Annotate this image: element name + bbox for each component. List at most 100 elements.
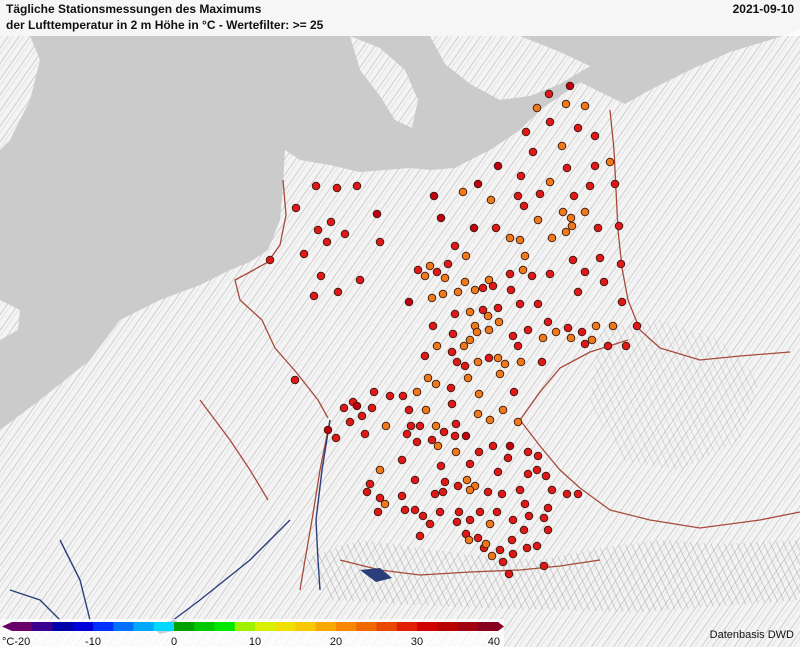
station-marker [573,489,583,499]
station-marker [397,491,407,501]
station-marker [357,411,367,421]
station-marker [454,507,464,517]
station-marker [545,117,555,127]
legend-color-step [275,622,296,631]
station-marker [483,311,493,321]
station-marker [591,321,601,331]
station-marker [400,505,410,515]
station-marker [474,389,484,399]
station-marker [573,287,583,297]
station-marker [474,447,484,457]
station-marker [438,487,448,497]
station-marker [265,255,275,265]
station-marker [427,293,437,303]
station-marker [593,223,603,233]
legend-color-step [32,622,53,631]
station-marker [355,275,365,285]
map-header: Tägliche Stationsmessungen des Maximums … [0,0,800,36]
station-marker [566,333,576,343]
station-marker [412,437,422,447]
station-marker [532,465,542,475]
station-marker [309,291,319,301]
station-marker [610,179,620,189]
station-marker [470,285,480,295]
station-marker [412,387,422,397]
station-marker [380,499,390,509]
station-marker [459,341,469,351]
station-marker [447,399,457,409]
station-marker [568,255,578,265]
station-marker [523,325,533,335]
station-marker [451,419,461,429]
station-marker [520,499,530,509]
station-marker [465,515,475,525]
station-marker [472,327,482,337]
station-marker [561,227,571,237]
legend-color-step [113,622,134,631]
legend-color-step [336,622,357,631]
station-marker [513,341,523,351]
station-marker [372,209,382,219]
station-marker [547,485,557,495]
title-line-1: Tägliche Stationsmessungen des Maximums [6,2,262,16]
station-marker [291,203,301,213]
station-marker [433,441,443,451]
station-marker [339,403,349,413]
station-marker [621,341,631,351]
station-marker [331,433,341,443]
station-marker [562,163,572,173]
station-marker [587,335,597,345]
station-marker [415,531,425,541]
station-marker [503,453,513,463]
station-marker [462,475,472,485]
station-marker [508,331,518,341]
station-marker [460,361,470,371]
legend-tick-label: 30 [411,636,423,647]
title-line-2: der Lufttemperatur in 2 m Höhe in °C - W… [6,18,324,32]
station-marker [524,511,534,521]
station-marker [614,221,624,231]
legend-tick-label: °C-20 [2,636,30,647]
station-marker [420,351,430,361]
station-marker [616,259,626,269]
station-marker [431,379,441,389]
legend-color-step [174,622,195,631]
station-marker [595,253,605,263]
station-marker [461,431,471,441]
station-marker [494,317,504,327]
station-marker [431,421,441,431]
station-marker [543,503,553,513]
legend-color-step [12,622,33,631]
station-marker [478,283,488,293]
station-marker [632,321,642,331]
station-marker [547,233,557,243]
legend-color-step [417,622,438,631]
legend-color-step [93,622,114,631]
station-marker [453,481,463,491]
station-marker [543,525,553,535]
station-marker [452,517,462,527]
station-marker [493,353,503,363]
station-marker [483,487,493,497]
station-marker [491,223,501,233]
station-marker [537,357,547,367]
station-marker [448,329,458,339]
station-marker [365,479,375,489]
station-marker [585,181,595,191]
data-credit: Datenbasis DWD [709,629,794,641]
station-marker [599,277,609,287]
station-marker [452,357,462,367]
station-marker [516,171,526,181]
station-marker [440,477,450,487]
station-marker [497,489,507,499]
station-marker [505,441,515,451]
station-marker [439,427,449,437]
station-marker [522,543,532,553]
station-marker [557,141,567,151]
station-marker [398,391,408,401]
station-marker [605,157,615,167]
station-marker [603,341,613,351]
station-marker [567,221,577,231]
station-marker [532,541,542,551]
station-marker [527,271,537,281]
